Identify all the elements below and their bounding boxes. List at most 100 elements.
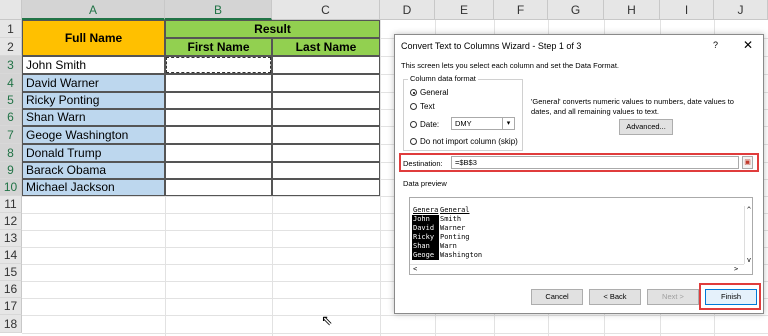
preview-col1-header: Genera — [412, 206, 439, 215]
row-header[interactable]: 10 — [0, 179, 22, 196]
column-data-format-legend: Column data format — [408, 74, 478, 83]
result-cell[interactable] — [272, 56, 380, 74]
row-header[interactable]: 8 — [0, 144, 22, 162]
radio-date-label: Date: — [420, 120, 440, 129]
result-cell[interactable] — [165, 162, 272, 179]
row-header[interactable]: 18 — [0, 315, 22, 333]
grid-line — [380, 20, 381, 336]
preview-cell: Smith — [440, 215, 462, 223]
row-header[interactable]: 9 — [0, 162, 22, 179]
grid-line — [22, 315, 768, 316]
name-cell[interactable]: Donald Trump — [22, 144, 165, 162]
range-picker-icon[interactable]: ▣ — [742, 156, 753, 169]
preview-horizontal-scrollbar[interactable]: < > — [410, 264, 744, 274]
preview-vertical-scrollbar[interactable]: ^ v — [744, 206, 752, 264]
row-header[interactable]: 17 — [0, 298, 22, 315]
name-cell[interactable]: John Smith — [22, 56, 165, 74]
destination-input[interactable]: =$B$3 — [451, 156, 739, 169]
destination-label: Destination: — [403, 159, 443, 168]
row-header[interactable]: 6 — [0, 109, 22, 126]
result-cell[interactable] — [272, 144, 380, 162]
preview-cell: John — [412, 215, 439, 224]
result-header[interactable]: Result — [165, 20, 380, 38]
copy-selection-marquee — [166, 57, 271, 73]
row-header[interactable]: 11 — [0, 196, 22, 213]
dialog-description: This screen lets you select each column … — [401, 61, 620, 70]
advanced-button[interactable]: Advanced... — [619, 119, 673, 135]
format-info-text: 'General' converts numeric values to num… — [531, 97, 734, 116]
help-button[interactable]: ? — [713, 40, 718, 50]
radio-icon — [410, 121, 417, 129]
name-cell[interactable]: Ricky Ponting — [22, 92, 165, 109]
row-header[interactable]: 1 — [0, 20, 22, 38]
row-header[interactable]: 13 — [0, 230, 22, 247]
dialog-title: Convert Text to Columns Wizard - Step 1 … — [401, 41, 582, 51]
column-header-d[interactable]: D — [380, 0, 435, 20]
next-button[interactable]: Next > — [647, 289, 699, 305]
radio-date[interactable]: Date: — [410, 120, 439, 129]
last-name-header[interactable]: Last Name — [272, 38, 380, 56]
name-cell[interactable]: Geoge Washington — [22, 126, 165, 144]
cancel-button[interactable]: Cancel — [531, 289, 583, 305]
result-cell[interactable] — [165, 126, 272, 144]
finish-button[interactable]: Finish — [705, 289, 757, 305]
chevron-down-icon: ▾ — [502, 118, 514, 129]
name-cell[interactable]: David Warner — [22, 74, 165, 92]
full-name-header[interactable]: Full Name — [22, 20, 165, 56]
row-header[interactable]: 14 — [0, 247, 22, 264]
row-header[interactable]: 5 — [0, 92, 22, 109]
result-cell[interactable] — [272, 179, 380, 196]
radio-skip-label: Do not import column (skip) — [420, 137, 518, 146]
row-header[interactable]: 2 — [0, 38, 22, 56]
preview-cell: Warn — [440, 242, 457, 250]
preview-header-row: Genera General — [410, 206, 752, 215]
row-header[interactable]: 7 — [0, 126, 22, 144]
close-icon[interactable]: ✕ — [743, 38, 753, 52]
column-header-b[interactable]: B — [165, 0, 272, 20]
column-header-i[interactable]: I — [660, 0, 714, 20]
column-header-j[interactable]: J — [714, 0, 768, 20]
first-name-header[interactable]: First Name — [165, 38, 272, 56]
text-to-columns-dialog: Convert Text to Columns Wizard - Step 1 … — [394, 34, 764, 314]
radio-selected-icon — [410, 89, 417, 97]
scroll-right-icon[interactable]: > — [734, 265, 738, 273]
column-header-e[interactable]: E — [435, 0, 494, 20]
date-format-select[interactable]: DMY ▾ — [451, 117, 515, 130]
row-header[interactable]: 3 — [0, 56, 22, 74]
back-button[interactable]: < Back — [589, 289, 641, 305]
name-cell[interactable]: Barack Obama — [22, 162, 165, 179]
column-header-a[interactable]: A — [22, 0, 165, 20]
column-header-c[interactable]: C — [272, 0, 380, 20]
result-cell[interactable] — [165, 92, 272, 109]
column-header-f[interactable]: F — [494, 0, 548, 20]
name-cell[interactable]: Michael Jackson — [22, 179, 165, 196]
grid-line — [22, 333, 768, 334]
result-cell[interactable] — [272, 92, 380, 109]
result-cell[interactable] — [165, 109, 272, 126]
data-preview-pane[interactable]: Genera General John Smith David Warner Ric… — [409, 197, 753, 275]
scroll-left-icon[interactable]: < — [413, 265, 417, 273]
preview-cell: Warner — [440, 224, 466, 232]
radio-text[interactable]: Text — [410, 102, 435, 111]
row-header[interactable]: 12 — [0, 213, 22, 230]
result-cell[interactable] — [272, 126, 380, 144]
radio-skip[interactable]: Do not import column (skip) — [410, 137, 518, 146]
radio-general[interactable]: General — [410, 88, 448, 97]
name-cell[interactable]: Shan Warn — [22, 109, 165, 126]
result-cell[interactable] — [272, 74, 380, 92]
column-header-g[interactable]: G — [548, 0, 604, 20]
column-header-h[interactable]: H — [604, 0, 660, 20]
row-header[interactable]: 15 — [0, 264, 22, 281]
row-header[interactable]: 16 — [0, 281, 22, 298]
scroll-down-icon[interactable]: v — [745, 256, 752, 264]
row-header[interactable]: 4 — [0, 74, 22, 92]
result-cell[interactable] — [165, 179, 272, 196]
select-all-corner[interactable] — [0, 0, 22, 20]
result-cell[interactable] — [165, 74, 272, 92]
result-cell[interactable] — [272, 162, 380, 179]
preview-col2-header: General — [440, 206, 470, 214]
result-cell[interactable] — [165, 144, 272, 162]
mouse-pointer-icon: ⇖ — [321, 312, 333, 328]
result-cell[interactable] — [272, 109, 380, 126]
scroll-up-icon[interactable]: ^ — [745, 206, 752, 214]
